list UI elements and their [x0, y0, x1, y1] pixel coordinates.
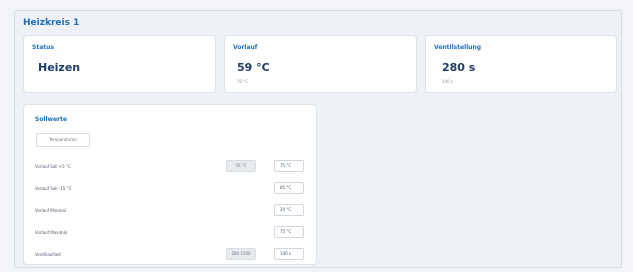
- sollwert-row: Ventillaufzeit 280 1500 140 s: [35, 246, 307, 262]
- tab-temperaturen[interactable]: Temperaturen: [36, 133, 90, 147]
- vorlauf-card: Vorlauf 59 °C 70 °C: [224, 35, 417, 93]
- row-label: Vorlauf Soll +5 °C: [35, 164, 71, 169]
- sollwert-row: Vorlauf Soll +5 °C 56 °C 75 °C: [35, 158, 307, 174]
- setpoint-input[interactable]: 20 °C: [274, 204, 304, 216]
- current-value-chip: 280 1500: [226, 248, 256, 260]
- row-label: Vorlauf Minimal: [35, 208, 66, 213]
- sollwerte-title: Sollwerte: [35, 116, 68, 123]
- ventilstellung-value: 280 s: [442, 61, 476, 74]
- status-card: Status Heizen: [23, 35, 216, 93]
- status-value: Heizen: [38, 61, 81, 74]
- setpoint-input[interactable]: 85 °C: [274, 182, 304, 194]
- vorlauf-sub: 70 °C: [237, 79, 249, 84]
- sollwerte-card: Sollwerte Temperaturen Vorlauf Soll +5 °…: [23, 104, 317, 265]
- heizkreis-panel: Heizkreis 1 Status Heizen Vorlauf 59 °C …: [14, 10, 622, 268]
- status-label: Status: [32, 44, 54, 51]
- sollwert-row: Vorlauf Soll -15 °C 85 °C: [35, 180, 307, 196]
- setpoint-input[interactable]: 75 °C: [274, 226, 304, 238]
- row-label: Vorlauf Soll -15 °C: [35, 186, 72, 191]
- ventilstellung-label: Ventilstellung: [434, 44, 482, 51]
- sollwert-row: Vorlauf Maximal 75 °C: [35, 224, 307, 240]
- current-value-chip: 56 °C: [226, 160, 256, 172]
- vorlauf-label: Vorlauf: [233, 44, 258, 51]
- vorlauf-value: 59 °C: [237, 61, 270, 74]
- row-label: Ventillaufzeit: [35, 252, 61, 257]
- panel-title: Heizkreis 1: [23, 18, 80, 28]
- ventilstellung-sub: 140 s: [442, 79, 453, 84]
- row-label: Vorlauf Maximal: [35, 230, 68, 235]
- setpoint-input[interactable]: 75 °C: [274, 160, 304, 172]
- setpoint-input[interactable]: 140 s: [274, 248, 304, 260]
- ventilstellung-card: Ventilstellung 280 s 140 s: [425, 35, 617, 93]
- sollwert-row: Vorlauf Minimal 20 °C: [35, 202, 307, 218]
